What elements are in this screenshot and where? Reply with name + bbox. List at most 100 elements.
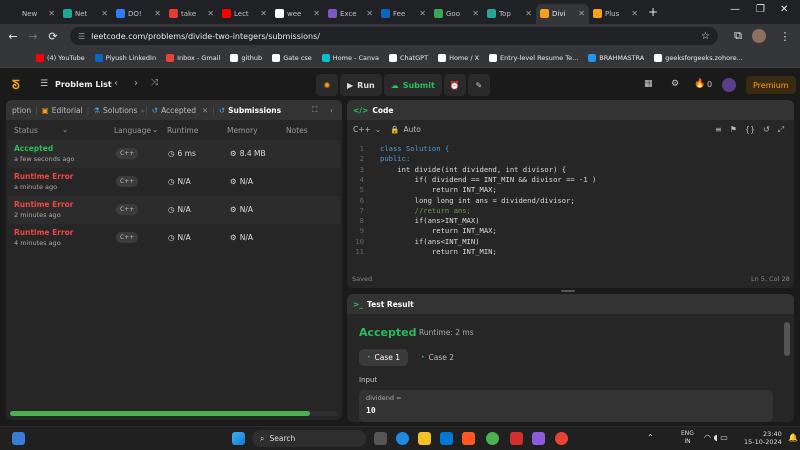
tab-accepted[interactable]: ↺ Accepted ✕ [152, 106, 209, 115]
chrome-icon[interactable] [555, 432, 568, 445]
close-tab-icon[interactable]: ✕ [207, 9, 214, 18]
problem-list-link[interactable]: Problem List [55, 80, 112, 89]
wifi-icon[interactable]: ◠ ◖ ▭ [704, 433, 728, 442]
widgets-icon[interactable] [12, 432, 25, 445]
url-bar[interactable]: ☰ leetcode.com/problems/divide-two-integ… [70, 27, 718, 45]
horizontal-scrollbar[interactable] [10, 411, 338, 416]
bookmark-item[interactable]: Entry-level Resume Te... [489, 53, 578, 62]
chevron-down-icon[interactable]: ⌄ [152, 125, 158, 134]
close-window-icon[interactable]: ✕ [780, 4, 788, 15]
scrollbar-thumb[interactable] [10, 411, 310, 416]
taskbar-search[interactable]: ⌕ Search [252, 430, 366, 447]
tab-submissions[interactable]: ↺ Submissions [219, 106, 281, 115]
table-row[interactable]: Accepted a few seconds ago C++ ◷ 6 ms ⚙ 8.4 MB [8, 140, 340, 168]
close-tab-icon[interactable]: ✕ [631, 9, 638, 18]
browser-tab[interactable]: DO! ✕ [112, 4, 165, 24]
timer-button[interactable]: ⏰ [443, 74, 466, 96]
task-view-icon[interactable] [374, 432, 387, 445]
close-tab-icon[interactable]: ✕ [101, 9, 108, 18]
close-tab-icon[interactable]: ✕ [313, 9, 320, 18]
user-avatar[interactable] [722, 78, 736, 92]
leetcode-logo[interactable]: ᘕ [12, 78, 25, 92]
tab-description[interactable]: ption [12, 106, 31, 115]
col-status[interactable]: Status [14, 126, 38, 135]
bookmark-item[interactable]: BRAHMASTRA [588, 53, 644, 62]
forward-icon[interactable]: → [23, 30, 43, 43]
layout-icon[interactable]: ▦ [644, 79, 653, 89]
chrome-menu-icon[interactable]: ⋮ [775, 30, 795, 43]
bookmark-star-icon[interactable]: ☆ [701, 31, 710, 42]
chrome-alt-icon[interactable] [486, 432, 499, 445]
braces-icon[interactable]: {} [745, 125, 755, 135]
notification-icon[interactable]: 🔔 [788, 433, 798, 442]
close-tab-icon[interactable]: ✕ [48, 9, 55, 18]
back-icon[interactable]: ← [3, 30, 23, 43]
close-tab-icon[interactable]: ✕ [578, 9, 585, 18]
site-info-icon[interactable]: ☰ [78, 32, 85, 41]
col-language[interactable]: Language [114, 126, 151, 135]
language-select[interactable]: C++ ⌄ 🔒 Auto [353, 125, 421, 134]
bookmark-item[interactable]: geeksforgeeks.zohore... [654, 53, 743, 62]
extensions-icon[interactable]: ⧉ [728, 29, 748, 43]
submission-status[interactable]: Runtime Error [14, 200, 74, 209]
browser-tab[interactable]: Net ✕ [59, 4, 112, 24]
browser-tab[interactable]: take ✕ [165, 4, 218, 24]
new-tab-button[interactable]: + [648, 5, 658, 19]
maximize-icon[interactable]: ❐ [756, 4, 765, 15]
close-tab-icon[interactable]: ✕ [260, 9, 267, 18]
settings-icon[interactable]: ⚙ [671, 79, 679, 89]
premium-button[interactable]: Premium [746, 76, 796, 94]
browser-tab[interactable]: wee ✕ [271, 4, 324, 24]
close-tab-icon[interactable]: ✕ [202, 106, 208, 115]
browser-tab[interactable]: Exce ✕ [324, 4, 377, 24]
close-tab-icon[interactable]: ✕ [525, 9, 532, 18]
close-tab-icon[interactable]: ✕ [472, 9, 479, 18]
debug-button[interactable]: ✺ [316, 74, 338, 96]
bookmark-icon[interactable]: ⚑ [730, 125, 737, 135]
case-1-button[interactable]: • Case 1 [359, 349, 409, 366]
mcafee-icon[interactable] [510, 432, 523, 445]
expand-icon[interactable]: ⤢ [778, 125, 784, 135]
windows-start-icon[interactable] [232, 432, 245, 445]
bookmark-item[interactable]: (4) YouTube [36, 53, 85, 62]
bookmark-item[interactable]: Gate cse [272, 53, 312, 62]
close-tab-icon[interactable]: ✕ [419, 9, 426, 18]
bookmark-item[interactable]: github [230, 53, 262, 62]
avatar[interactable] [752, 29, 766, 43]
table-row[interactable]: Runtime Error a minute ago C++ ◷ N/A ⚙ N/A [8, 168, 340, 196]
collapse-panel-icon[interactable]: ‹ [330, 106, 333, 115]
browser-tab[interactable]: Divi ✕ [536, 3, 589, 24]
tab-editorial[interactable]: ▣ Editorial [42, 106, 83, 115]
clock[interactable]: 23:40 15-10-2024 [744, 430, 782, 446]
tray-chevron-icon[interactable]: ⌃ [647, 433, 654, 442]
bookmark-item[interactable]: Home - Canva [321, 53, 379, 62]
file-explorer-icon[interactable] [418, 432, 431, 445]
bookmark-item[interactable]: ChatGPT [388, 53, 428, 62]
next-problem-icon[interactable]: › [134, 78, 138, 89]
maximize-panel-icon[interactable]: ⛶ [312, 105, 317, 115]
streak-icon[interactable]: 🔥 [694, 79, 705, 89]
browser-tab[interactable]: Lect ✕ [218, 4, 271, 24]
reset-icon[interactable]: ↺ [763, 125, 770, 135]
close-tab-icon[interactable]: ✕ [154, 9, 161, 18]
submission-status[interactable]: Accepted [14, 144, 53, 153]
format-icon[interactable]: ≡ [715, 125, 722, 135]
prev-problem-icon[interactable]: ‹ [114, 78, 118, 89]
shuffle-icon[interactable]: ⤨ [151, 78, 158, 88]
edge-icon[interactable] [396, 432, 409, 445]
bookmark-item[interactable]: Piyush LinkedIn [94, 53, 156, 62]
panel-resize-handle[interactable] [561, 290, 575, 292]
submission-status[interactable]: Runtime Error [14, 228, 74, 237]
submit-button[interactable]: ☁ Submit [383, 74, 442, 96]
submission-status[interactable]: Runtime Error [14, 172, 74, 181]
case-2-button[interactable]: • Case 2 [415, 349, 460, 366]
browser-tab[interactable]: Top ✕ [483, 4, 536, 24]
browser-tab[interactable]: Fee ✕ [377, 4, 430, 24]
problem-list-icon[interactable]: ☰ [40, 79, 48, 89]
table-row[interactable]: Runtime Error 2 minutes ago C++ ◷ N/A ⚙ N/A [8, 196, 340, 224]
browser-tab[interactable]: Goo ✕ [430, 4, 483, 24]
tab-solutions[interactable]: ⚗ Solutions [93, 106, 137, 115]
office-icon[interactable] [462, 432, 475, 445]
bookmark-item[interactable]: Home / X [438, 53, 479, 62]
store-icon[interactable] [440, 432, 453, 445]
